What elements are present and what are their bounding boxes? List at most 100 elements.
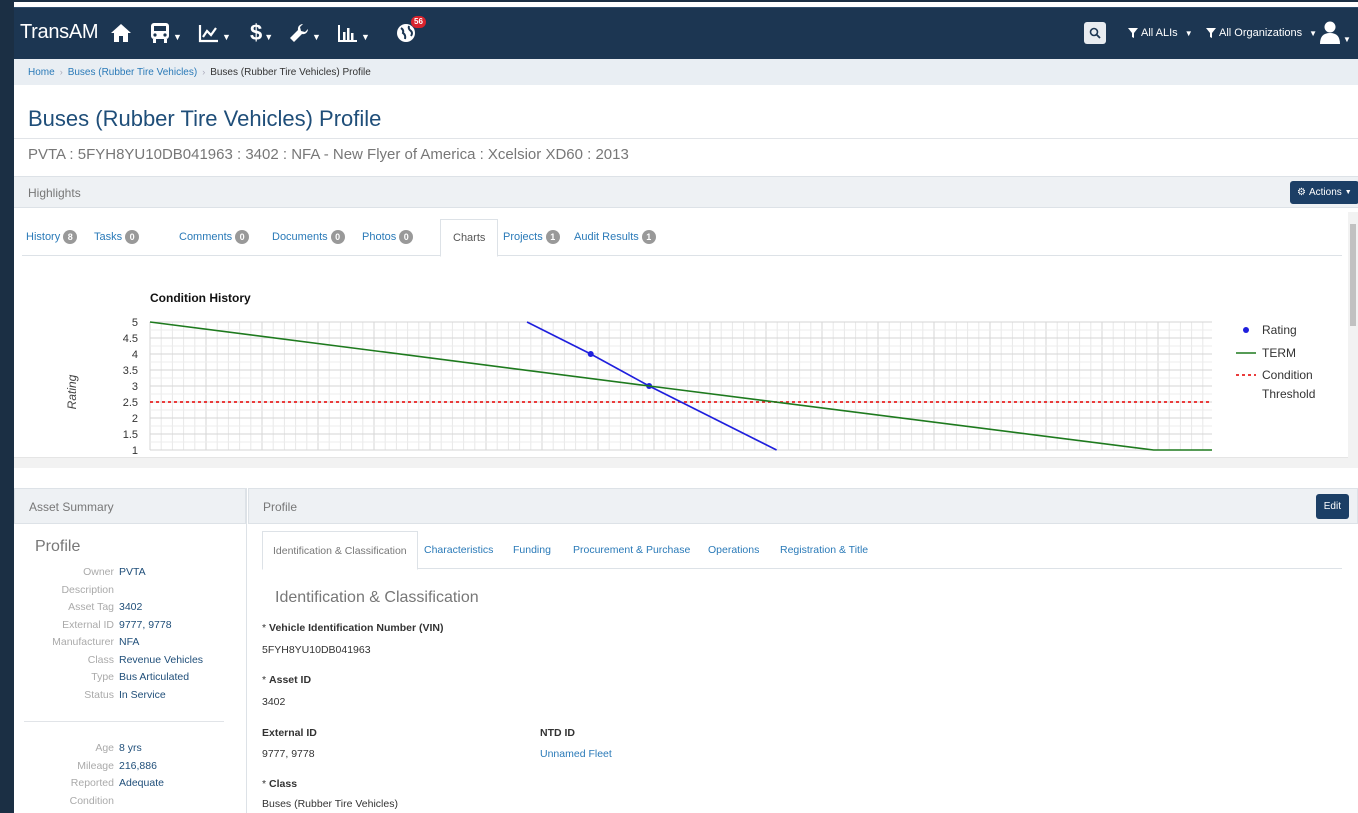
vin-label-text: Vehicle Identification Number (VIN) [269,622,444,634]
tab-projects[interactable]: Projects 1 [503,219,560,256]
highlights-header: Highlights ⚙ Actions ▼ [14,176,1358,208]
summary-row: Status In Service [14,689,247,701]
class-value: Buses (Rubber Tire Vehicles) [262,798,398,810]
summary-value: 216,886 [119,759,157,772]
finance-menu[interactable]: $ ▼ [250,18,273,48]
summary-divider [24,721,224,722]
profile-tabs: Identification & Classification Characte… [262,531,1342,570]
tab-tasks-label: Tasks [94,231,123,243]
y-tick-label: 4 [132,349,138,361]
analytics-menu[interactable]: ▼ [198,18,231,48]
maintenance-menu[interactable]: ▼ [288,18,321,48]
summary-value: 9777, 9778 [119,618,172,631]
home-icon[interactable] [109,18,133,48]
brand-logo[interactable]: TransAM [20,21,99,44]
summary-row: Type Bus Articulated [14,671,247,683]
y-tick-label: 1 [132,445,138,456]
reports-menu[interactable]: ▼ [337,18,370,48]
summary-key: Asset Tag [68,601,114,613]
actions-button[interactable]: ⚙ Actions ▼ [1290,181,1358,204]
summary-value: PVTA [119,566,146,578]
rating-point [587,351,594,357]
chevron-down-icon: ▼ [1344,189,1352,196]
tab-photos[interactable]: Photos 0 [362,219,414,256]
scrollbar-thumb[interactable] [1350,224,1356,326]
asset-summary-header: Asset Summary [14,488,246,524]
vin-label: * Vehicle Identification Number (VIN) [262,622,444,634]
chart-grid [149,321,1212,451]
class-label-text: Class [269,778,298,790]
summary-row: Asset Tag 3402 [14,601,247,613]
asset-summary-title: Profile [35,538,81,555]
top-navbar: TransAM ▼ ▼ $ ▼ ▼ ▼ 56 All ALIs ▼ All Or… [14,7,1358,59]
summary-row: Owner PVTA [14,566,247,578]
asset-id-value: 3402 [262,696,286,708]
section-title: Identification & Classification [275,589,479,606]
breadcrumb-current: Buses (Rubber Tire Vehicles) Profile [210,67,371,78]
profile-panel: Profile Edit Identification & Classifica… [248,488,1358,813]
y-tick-label: 3 [132,381,138,393]
summary-row: Condition [14,795,247,807]
user-menu[interactable]: ▼ [1319,20,1351,44]
tab-operations[interactable]: Operations [708,531,759,569]
summary-value: 3402 [119,601,143,613]
summary-value: Bus Articulated [119,671,190,683]
legend-label: TERM [1262,346,1296,360]
breadcrumb-buses-link[interactable]: Buses (Rubber Tire Vehicles) [68,67,198,78]
summary-key: Owner [83,566,114,578]
page-title: Buses (Rubber Tire Vehicles) Profile [28,106,382,131]
external-id-label: External ID [262,727,317,739]
horizontal-scrollbar[interactable] [14,457,1348,468]
tab-projects-label: Projects [503,231,543,243]
breadcrumb-home-link[interactable]: Home [28,67,55,78]
summary-key: Type [91,671,114,683]
ali-filter-dropdown[interactable]: All ALIs ▼ [1128,27,1193,39]
ntd-id-link[interactable]: Unnamed Fleet [540,748,612,760]
tab-charts[interactable]: Charts [440,219,499,257]
highlights-label: Highlights [28,186,81,200]
y-tick-label: 4.5 [123,333,138,345]
tab-audit-results-count: 1 [641,230,656,244]
summary-key: Age [95,742,114,754]
breadcrumb: Home › Buses (Rubber Tire Vehicles) › Buses … [14,59,1358,85]
chart-y-ticks: 5 4.5 4 3.5 3 2.5 2 1.5 1 [123,317,138,456]
tab-photos-count: 0 [399,230,414,244]
tab-documents[interactable]: Documents 0 [272,219,345,256]
bus-menu[interactable]: ▼ [149,18,182,48]
ali-filter-label: All ALIs [1141,27,1178,39]
organization-filter-dropdown[interactable]: All Organizations ▼ [1206,27,1317,39]
title-divider [14,138,1358,139]
summary-key: Status [84,688,114,701]
summary-value: Adequate [119,777,164,789]
tab-history-label: History [26,231,61,243]
chevron-down-icon: ▼ [1184,28,1193,38]
summary-key: Mileage [77,759,114,772]
tab-funding[interactable]: Funding [513,531,551,569]
tab-audit-results[interactable]: Audit Results 1 [574,219,656,256]
tab-tasks[interactable]: Tasks 0 [94,219,140,256]
filter-icon [1128,28,1138,38]
gear-icon: ⚙ [1297,187,1306,198]
tab-registration-title[interactable]: Registration & Title [780,531,868,569]
search-button[interactable] [1084,22,1106,44]
asset-subtitle: PVTA : 5FYH8YU10DB041963 : 3402 : NFA - … [28,146,629,163]
tab-tasks-count: 0 [125,230,140,244]
tab-comments-label: Comments [179,231,233,243]
summary-value: 8 yrs [119,742,142,754]
tab-history[interactable]: History 8 [26,219,78,256]
summary-row: Reported Adequate [14,777,247,789]
tab-documents-count: 0 [330,230,345,244]
edit-button[interactable]: Edit [1315,494,1349,519]
tab-identification-classification[interactable]: Identification & Classification [262,531,418,570]
vertical-scrollbar[interactable] [1348,212,1358,468]
tab-procurement-purchase[interactable]: Procurement & Purchase [573,531,690,569]
highlights-tabs: History 8 Tasks 0 Comments 0 Documents 0 Pho… [22,219,1342,257]
profile-header-label: Profile [263,500,298,514]
tab-comments[interactable]: Comments 0 [179,219,250,256]
tab-characteristics[interactable]: Characteristics [424,531,493,569]
organization-filter-label: All Organizations [1219,27,1303,39]
summary-row: External ID 9777, 9778 [14,619,247,631]
bus-icon [151,23,169,43]
globe-alerts-button[interactable]: 56 [395,16,426,48]
search-icon [1089,27,1101,39]
